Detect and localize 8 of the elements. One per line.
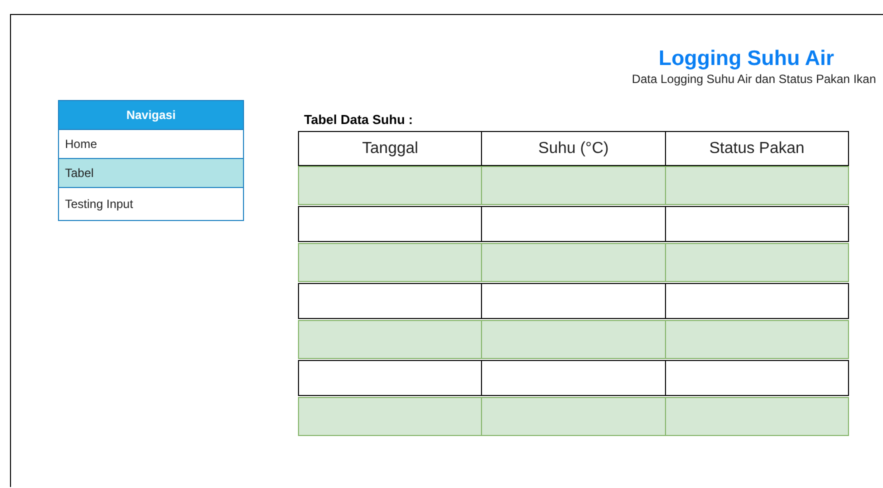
column-header: Status Pakan xyxy=(664,131,849,166)
navigation-item[interactable]: Tabel xyxy=(59,158,243,187)
column-header: Tanggal xyxy=(298,131,482,166)
navigation-header: Navigasi xyxy=(59,101,243,129)
table-caption: Tabel Data Suhu : xyxy=(304,111,414,128)
page-subtitle: Data Logging Suhu Air dan Status Pakan Ikan xyxy=(632,72,876,87)
column-header: Suhu (°C) xyxy=(481,131,666,166)
page-title: Logging Suhu Air xyxy=(658,46,834,72)
